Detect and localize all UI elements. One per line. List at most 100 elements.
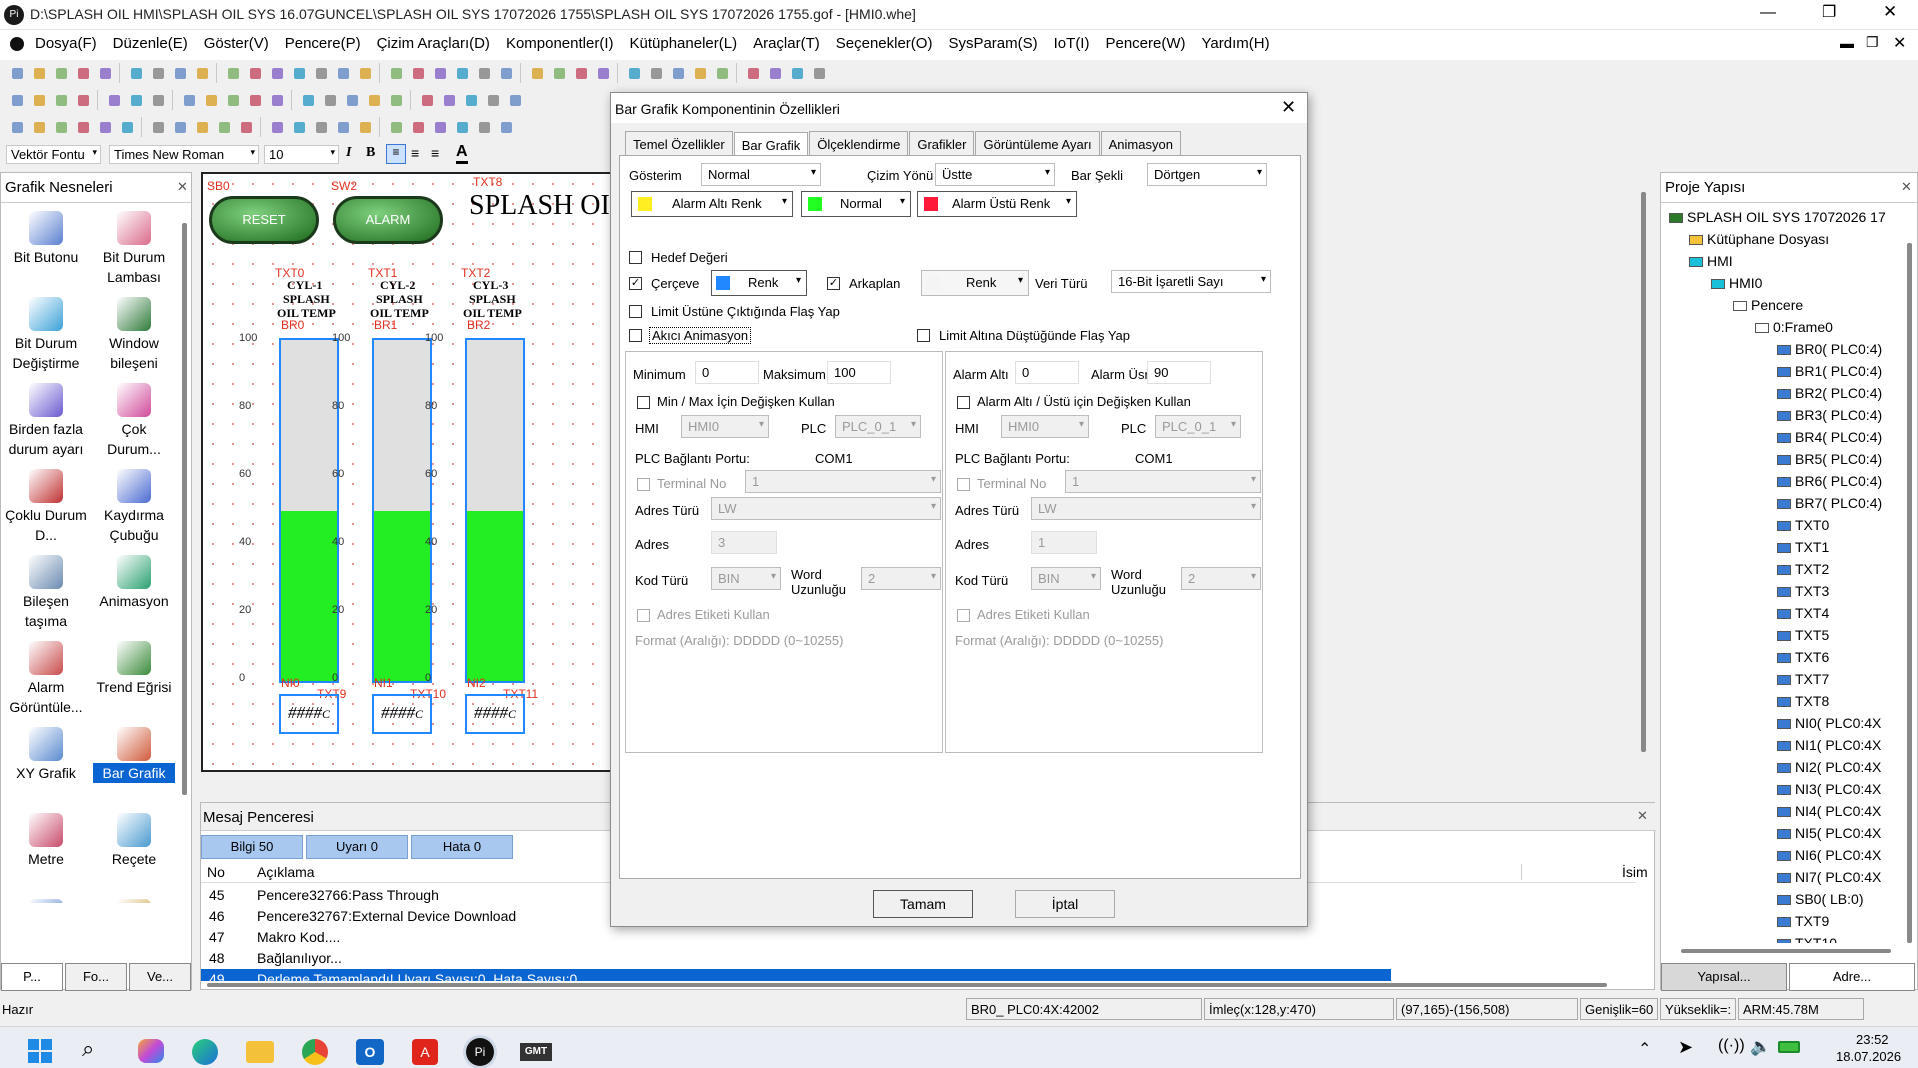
arkaplan-checkbox[interactable]: ✓ [827,277,840,290]
tree-node[interactable]: TXT9 [1777,913,1829,929]
mdi-close-icon[interactable]: ✕ [1893,33,1906,53]
toolbar-button-icon[interactable] [743,63,763,83]
toolbar-button-icon[interactable] [223,63,243,83]
cizim-yonu-select[interactable]: Üstte [935,163,1055,186]
toolbar-button-icon[interactable] [452,63,472,83]
toolbar-button-icon[interactable] [245,90,265,110]
panel-close-icon[interactable]: ✕ [177,179,188,195]
akici-checkbox[interactable] [629,329,642,342]
menu-item[interactable]: Düzenle(E) [113,35,188,52]
toolbar-button-icon[interactable] [223,90,243,110]
italic-button[interactable]: I [346,145,351,161]
right-adres-turu-select[interactable]: LW [1031,497,1261,520]
tree-node[interactable]: TXT3 [1777,583,1829,599]
numeric-display[interactable]: ####C [279,694,339,734]
panel-scrollbar[interactable] [182,223,187,795]
gosterim-select[interactable]: Normal [701,163,821,186]
dialog-tab[interactable]: Ölçeklendirme [809,131,909,156]
toolbar-button-icon[interactable] [126,63,146,83]
left-terminal-select[interactable]: 1 [745,470,941,493]
toolbar-button-icon[interactable] [236,117,256,137]
toolbar-button-icon[interactable] [267,90,287,110]
font-type-select[interactable]: Vektör Fontu ▾ [6,145,101,164]
message-tab[interactable]: Bilgi 50 [201,835,303,859]
graphic-object-slider[interactable]: Kaydırma Çubuğu [93,469,175,545]
toolbar-button-icon[interactable] [809,63,829,83]
toolbar-button-icon[interactable] [148,63,168,83]
tree-node[interactable]: TXT6 [1777,649,1829,665]
menu-item[interactable]: Göster(V) [204,35,269,52]
message-row[interactable]: 49 Derleme Tamamlandı! Uyarı Sayısı:0, Ha… [201,969,1391,981]
tree-node[interactable]: TXT2 [1777,561,1829,577]
left-panel-tab[interactable]: Ve... [129,963,191,991]
restore-icon[interactable]: ❐ [1822,2,1836,22]
minimize-icon[interactable]: — [1760,4,1776,22]
toolbar-button-icon[interactable] [29,63,49,83]
bar-sekli-select[interactable]: Dörtgen [1147,163,1267,186]
right-hmi-select[interactable]: HMI0 [1001,415,1089,438]
toolbar-button-icon[interactable] [461,90,481,110]
copilot-icon[interactable] [138,1039,164,1063]
toolbar-button-icon[interactable] [192,63,212,83]
dialog-close-icon[interactable]: ✕ [1281,97,1296,118]
graphic-object-window[interactable]: Window bileşeni [93,297,175,373]
graphic-object-xy-graph[interactable]: XY Grafik [5,727,87,783]
tree-node[interactable]: BR6( PLC0:4) [1777,473,1882,489]
graphic-object-toggle[interactable]: Bit Durum Değiştirme [5,297,87,373]
explorer-icon[interactable] [246,1041,274,1063]
right-terminal-select[interactable]: 1 [1065,470,1261,493]
alarm-alt-color-picker[interactable]: Alarm Altı Renk ▾ [631,191,793,217]
menu-item[interactable]: IoT(I) [1054,35,1090,52]
tree-node[interactable]: 0:Frame0 [1755,319,1833,335]
tree-node[interactable]: NI3( PLC0:4X [1777,781,1881,797]
toolbar-button-icon[interactable] [355,117,375,137]
alarm-ust-color-picker[interactable]: Alarm Üstü Renk ▾ [917,191,1077,217]
menu-item[interactable]: Pencere(W) [1105,35,1185,52]
tree-hscrollbar[interactable] [1681,949,1891,953]
frame-color-picker[interactable]: Renk ▾ [711,270,807,296]
graphic-object-move[interactable]: Bileşen taşıma [5,555,87,631]
project-tab[interactable]: Adre... [1789,963,1915,991]
menu-item[interactable]: Komponentler(I) [506,35,614,52]
left-plc-select[interactable]: PLC_0_1 [835,415,921,438]
toolbar-button-icon[interactable] [95,63,115,83]
toolbar-button-icon[interactable] [408,117,428,137]
left-adres-input[interactable]: 3 [711,531,777,554]
limit-alti-checkbox[interactable] [917,329,930,342]
project-close-icon[interactable]: ✕ [1901,179,1912,195]
graphic-object-bit-button[interactable]: Bit Butonu [5,211,87,267]
mdi-restore-icon[interactable]: ❐ [1866,34,1879,51]
toolbar-button-icon[interactable] [386,63,406,83]
tree-node[interactable]: TXT1 [1777,539,1829,555]
menu-item[interactable]: Kütüphaneler(L) [630,35,738,52]
toolbar-button-icon[interactable] [320,90,340,110]
location-icon[interactable]: ➤ [1678,1037,1693,1058]
graphic-object-event[interactable]: Olay... [5,899,87,903]
outlook-icon[interactable]: O [356,1039,384,1065]
graphic-object-recipe[interactable]: Reçete [93,813,175,869]
toolbar-button-icon[interactable] [311,117,331,137]
toolbar-button-icon[interactable] [51,90,71,110]
menu-item[interactable]: Pencere(P) [285,35,361,52]
close-icon[interactable]: ✕ [1883,2,1897,22]
clock-date[interactable]: 18.07.2026 [1836,1049,1901,1064]
toolbar-button-icon[interactable] [148,117,168,137]
bar-graph-br0[interactable] [279,338,339,683]
ok-button[interactable]: Tamam [873,890,973,918]
toolbar-button-icon[interactable] [787,63,807,83]
menu-item[interactable]: SysParam(S) [948,35,1037,52]
toolbar-button-icon[interactable] [333,117,353,137]
toolbar-button-icon[interactable] [496,117,516,137]
graphic-object-multi-state[interactable]: Birden fazla durum ayarı [5,383,87,459]
toolbar-button-icon[interactable] [73,117,93,137]
tree-node[interactable]: TXT7 [1777,671,1829,687]
hedef-degeri-checkbox[interactable] [629,251,642,264]
dialog-tab[interactable]: Bar Grafik [733,132,809,157]
toolbar-button-icon[interactable] [104,90,124,110]
tree-node[interactable]: NI2( PLC0:4X [1777,759,1881,775]
message-row[interactable]: 47 Makro Kod.... [201,927,1391,948]
toolbar-button-icon[interactable] [646,63,666,83]
toolbar-button-icon[interactable] [333,63,353,83]
toolbar-button-icon[interactable] [549,63,569,83]
align-center-icon[interactable]: ≡ [411,145,419,161]
